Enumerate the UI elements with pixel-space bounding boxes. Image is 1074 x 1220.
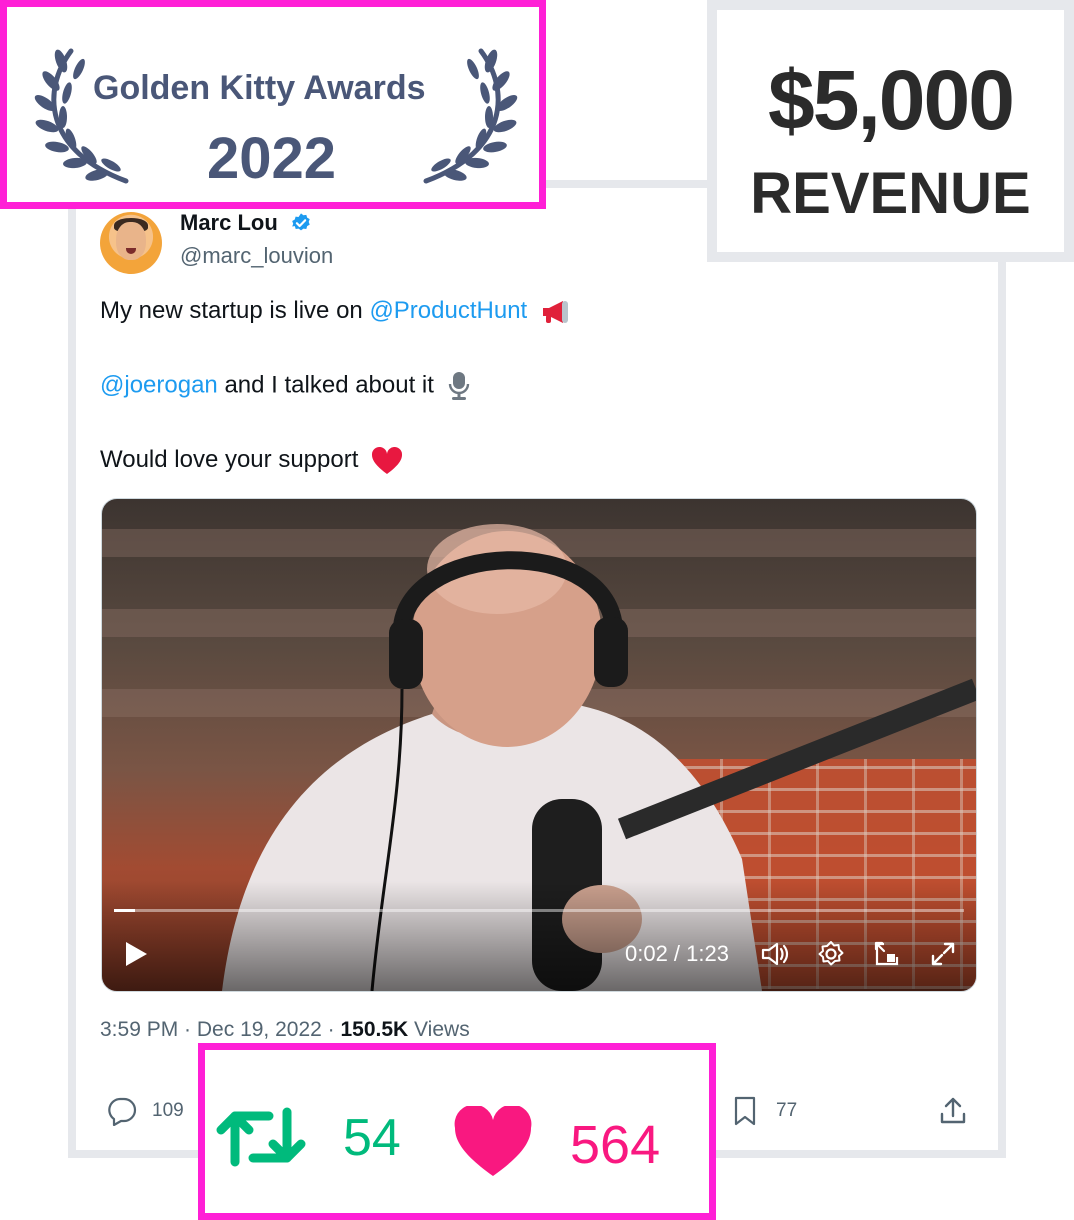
video-controls-shade: [102, 881, 976, 991]
author-name[interactable]: Marc Lou: [180, 210, 278, 236]
bookmark-button[interactable]: 77: [732, 1096, 797, 1126]
video-progress-fill: [114, 909, 136, 912]
settings-icon[interactable]: [816, 939, 846, 969]
megaphone-emoji: [542, 300, 568, 323]
play-icon[interactable]: [124, 941, 148, 967]
mention-link[interactable]: @joerogan: [100, 371, 218, 398]
tweet-text: Would love your support: [100, 446, 359, 473]
award-highlight: Golden Kitty Awards 2022: [0, 0, 546, 209]
tweet-meta: 3:59 PM · Dec 19, 2022 · 150.5K Views: [100, 1018, 470, 1041]
revenue-amount: $5,000: [768, 53, 1015, 147]
avatar[interactable]: [100, 212, 162, 274]
reply-button[interactable]: 109: [106, 1096, 184, 1126]
like-count: 564: [570, 1115, 661, 1175]
laurel-right-icon: [423, 48, 518, 184]
mention-link[interactable]: @ProductHunt: [369, 297, 527, 324]
pip-icon[interactable]: [872, 939, 902, 969]
tweet-line-1: My new startup is live on @ProductHunt: [100, 297, 572, 325]
video-progress-bar[interactable]: [114, 909, 964, 912]
views-count: 150.5K: [340, 1018, 409, 1041]
reply-icon: [108, 1097, 137, 1126]
views-label: Views: [408, 1018, 470, 1041]
revenue-label: REVENUE: [750, 161, 1031, 226]
tweet-text: My new startup is live on: [100, 297, 370, 324]
video-player[interactable]: 0:02 / 1:23: [101, 498, 977, 992]
fullscreen-icon[interactable]: [928, 939, 958, 969]
retweet-icon[interactable]: [215, 1102, 307, 1172]
tweet-time[interactable]: 3:59 PM: [100, 1018, 178, 1041]
verified-badge-icon: [292, 213, 310, 231]
like-heart-icon[interactable]: [453, 1106, 533, 1178]
video-time: 0:02 / 1:23: [625, 941, 729, 966]
engagement-highlight: 54 564: [198, 1043, 716, 1220]
author-handle[interactable]: @marc_louvion: [180, 243, 333, 269]
tweet-line-3: Would love your support: [100, 446, 403, 475]
laurel-left-icon: [34, 48, 129, 184]
award-year: 2022: [207, 126, 337, 191]
award-title: Golden Kitty Awards: [93, 69, 426, 107]
tweet-text: and I talked about it: [217, 371, 434, 399]
red-heart-emoji: [372, 446, 403, 474]
share-icon: [940, 1097, 966, 1124]
share-button[interactable]: [938, 1096, 968, 1126]
bookmark-count: 77: [776, 1100, 798, 1121]
retweet-count: 54: [343, 1109, 401, 1167]
tweet-line-2: @joerogan and I talked about it: [100, 371, 471, 401]
revenue-highlight: $5,000 REVENUE: [707, 0, 1074, 262]
microphone-emoji: [448, 372, 469, 400]
volume-icon[interactable]: [760, 939, 790, 969]
reply-count: 109: [152, 1100, 184, 1121]
bookmark-icon: [734, 1096, 756, 1126]
tweet-date[interactable]: Dec 19, 2022: [197, 1018, 322, 1041]
